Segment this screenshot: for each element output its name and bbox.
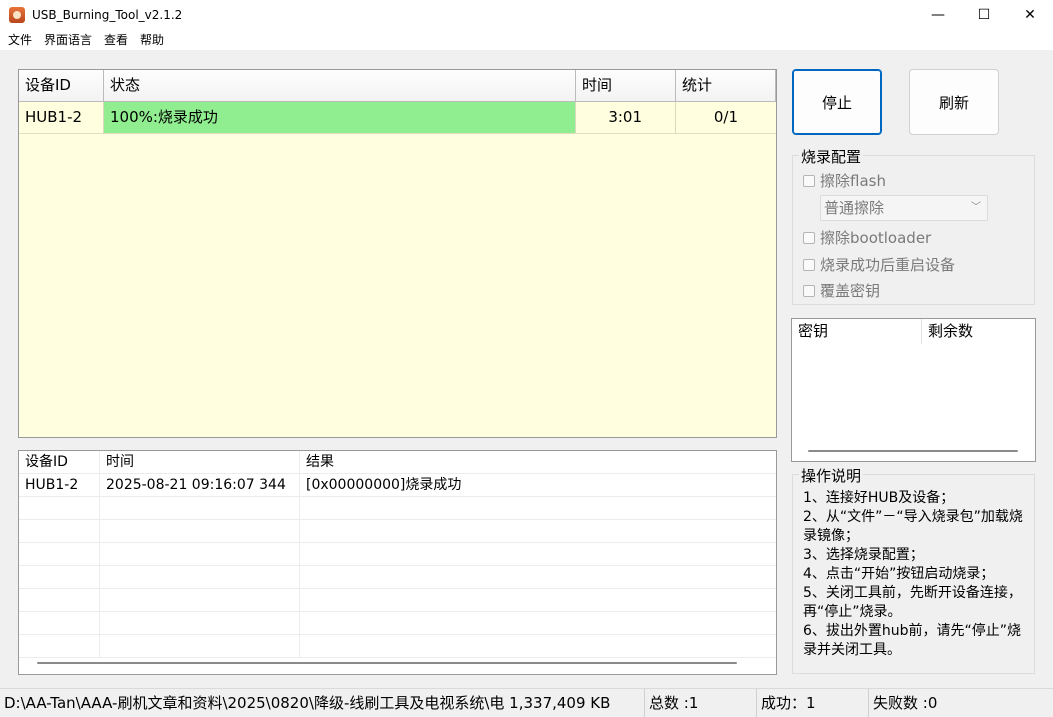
stat-cell: 0/1 [713, 108, 738, 126]
instructions-title: 操作说明 [799, 465, 864, 486]
reboot-after-label: 烧录成功后重启设备 [820, 256, 956, 274]
checkbox-icon [803, 231, 815, 244]
log-header-time[interactable]: 时间 [100, 451, 300, 473]
empty-row [19, 566, 776, 589]
reboot-after-checkbox[interactable]: 烧录成功后重启设备 [803, 254, 955, 275]
burn-config-title: 烧录配置 [799, 146, 864, 167]
erase-flash-checkbox[interactable]: 擦除flash [803, 170, 886, 191]
instructions-text: 1、连接好HUB及设备； 2、从“文件”－“导入烧录包”加载烧录镜像； 3、选择… [803, 490, 1023, 658]
table-row[interactable]: HUB1-2 100%:烧录成功 3:01 0/1 [19, 102, 776, 134]
log-device-id-cell: HUB1-2 [19, 474, 100, 496]
app-icon [9, 7, 25, 23]
device-id-cell: HUB1-2 [19, 102, 104, 133]
key-table[interactable]: 密钥 剩余数 [791, 318, 1036, 462]
log-header-device-id[interactable]: 设备ID [19, 451, 100, 473]
window-title: USB_Burning_Tool_v2.1.2 [32, 8, 183, 22]
burn-config-group: 烧录配置 擦除flash 普通擦除 ﹀ 擦除bootloader 烧录成功后重启… [792, 146, 1035, 305]
log-result-cell: [0x00000000]烧录成功 [306, 477, 462, 493]
key-horizontal-scrollbar[interactable] [808, 450, 1018, 452]
menu-bar: 文件 界面语言 查看 帮助 [0, 30, 1053, 50]
checkbox-icon [803, 284, 815, 297]
checkbox-icon [803, 258, 815, 271]
status-cell: 100%:烧录成功 [104, 102, 576, 133]
log-table[interactable]: 设备ID 时间 结果 HUB1-2 2025-08-21 09:16:07 34… [18, 450, 777, 675]
header-time[interactable]: 时间 [576, 70, 676, 101]
time-cell: 3:01 [576, 102, 676, 133]
menu-file[interactable]: 文件 [0, 30, 38, 50]
header-device-id[interactable]: 设备ID [19, 70, 104, 101]
status-total: 总数 :1 [645, 688, 757, 717]
minimize-button[interactable]: — [915, 0, 961, 30]
close-button[interactable]: ✕ [1007, 0, 1053, 30]
empty-row [19, 612, 776, 635]
status-fail: 失败数 :0 [873, 693, 938, 712]
chevron-down-icon: ﹀ [971, 202, 981, 213]
log-header-result[interactable]: 结果 [300, 451, 776, 473]
empty-row [19, 543, 776, 566]
menu-view[interactable]: 查看 [98, 30, 134, 50]
maximize-button[interactable]: ☐ [961, 0, 1007, 30]
erase-flash-label: 擦除flash [820, 172, 886, 190]
erase-mode-select[interactable]: 普通擦除 ﹀ [820, 195, 988, 221]
log-table-header: 设备ID 时间 结果 [19, 451, 776, 474]
instructions-group: 操作说明 1、连接好HUB及设备； 2、从“文件”－“导入烧录包”加载烧录镜像；… [792, 465, 1035, 674]
title-bar: USB_Burning_Tool_v2.1.2 — ☐ ✕ [0, 0, 1053, 30]
empty-row [19, 520, 776, 543]
menu-language[interactable]: 界面语言 [38, 30, 98, 50]
table-row[interactable]: HUB1-2 2025-08-21 09:16:07 344 [0x000000… [19, 474, 776, 497]
empty-row [19, 635, 776, 658]
window-controls: — ☐ ✕ [915, 0, 1053, 30]
empty-row [19, 589, 776, 612]
overwrite-key-checkbox[interactable]: 覆盖密钥 [803, 280, 880, 301]
empty-row [19, 497, 776, 520]
header-key[interactable]: 密钥 [792, 319, 922, 344]
status-success: 成功：1 [757, 688, 869, 717]
erase-bootloader-checkbox[interactable]: 擦除bootloader [803, 227, 931, 248]
status-bar: D:\AA-Tan\AAA-刷机文章和资料\2025\0820\降级-线刷工具及… [0, 688, 1053, 717]
key-table-header: 密钥 剩余数 [792, 319, 1035, 344]
erase-mode-value: 普通擦除 [824, 199, 885, 217]
stop-button[interactable]: 停止 [792, 69, 882, 135]
header-remaining[interactable]: 剩余数 [922, 319, 1034, 344]
menu-help[interactable]: 帮助 [134, 30, 170, 50]
header-stat[interactable]: 统计 [676, 70, 776, 101]
checkbox-icon [803, 174, 815, 187]
device-table-header: 设备ID 状态 时间 统计 [19, 70, 776, 102]
refresh-button[interactable]: 刷新 [909, 69, 999, 135]
status-path: D:\AA-Tan\AAA-刷机文章和资料\2025\0820\降级-线刷工具及… [0, 688, 645, 717]
log-time-cell: 2025-08-21 09:16:07 344 [100, 474, 300, 496]
log-horizontal-scrollbar[interactable] [37, 662, 737, 664]
device-table[interactable]: 设备ID 状态 时间 统计 HUB1-2 100%:烧录成功 3:01 0/1 [18, 69, 777, 438]
overwrite-key-label: 覆盖密钥 [820, 282, 881, 300]
erase-bootloader-label: 擦除bootloader [820, 229, 932, 247]
header-status[interactable]: 状态 [104, 70, 576, 101]
